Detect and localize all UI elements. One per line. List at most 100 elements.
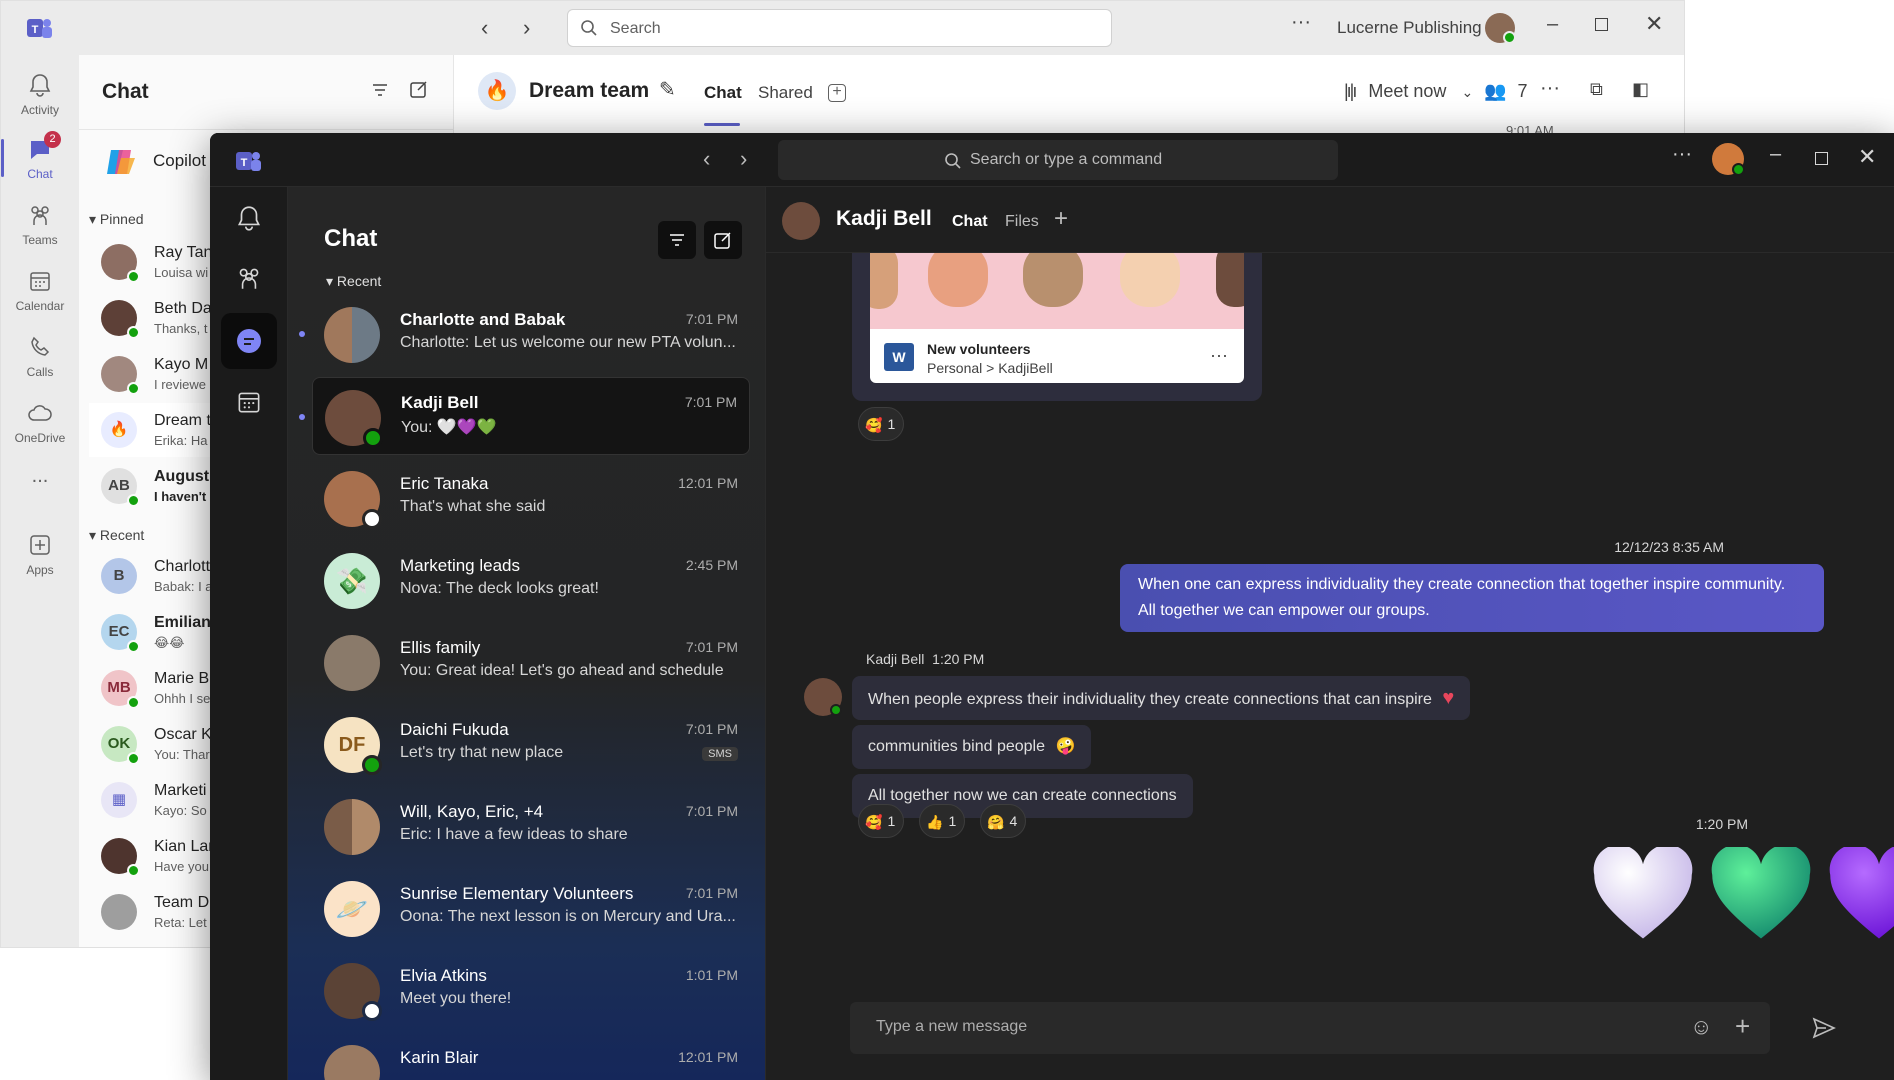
maximize-icon[interactable] <box>1595 18 1608 31</box>
tab-shared[interactable]: Shared <box>758 83 813 103</box>
org-name[interactable]: Lucerne Publishing <box>1337 18 1482 38</box>
minimize-icon[interactable]: – <box>1770 143 1781 166</box>
reaction-chip[interactable]: 🥰 1 <box>858 407 905 441</box>
compose-icon[interactable] <box>409 79 429 99</box>
avatar <box>324 1045 380 1080</box>
chat-item-selected[interactable]: Kadji Bell You: 🤍💜💚 7:01 PM <box>299 377 750 455</box>
file-path: Personal > KadjiBell <box>927 360 1053 376</box>
avatar[interactable] <box>1712 143 1745 176</box>
forward-arrow-icon[interactable]: › <box>740 146 747 172</box>
green-heart-icon[interactable] <box>1708 847 1814 943</box>
add-tab-icon[interactable]: + <box>1054 205 1068 233</box>
planet-icon: 🪐 <box>324 881 380 937</box>
compose-box[interactable]: Type a new message ☺ + <box>850 1002 1770 1054</box>
edit-pencil-icon[interactable]: ✎ <box>659 77 676 102</box>
teams-icon[interactable] <box>234 263 264 293</box>
avatar[interactable] <box>1485 13 1516 44</box>
avatar[interactable] <box>804 678 842 716</box>
heart-emoji-icon: ♥ <box>1442 687 1455 709</box>
side-panel-icon[interactable]: ◧ <box>1632 79 1649 100</box>
rail-activity[interactable]: Activity <box>1 65 79 123</box>
back-arrow-icon[interactable]: ‹ <box>481 15 488 41</box>
filter-icon <box>668 231 686 249</box>
more-options-icon[interactable]: ··· <box>1291 11 1311 34</box>
search-icon <box>944 152 962 170</box>
more-options-icon[interactable]: ··· <box>1210 345 1228 366</box>
recent-header[interactable]: ▾ Recent <box>89 527 144 544</box>
recent-header[interactable]: ▾ Recent <box>326 273 381 290</box>
file-preview-image <box>870 253 1244 329</box>
chat-item[interactable]: Elvia Atkins Meet you there! 1:01 PM <box>312 951 750 1029</box>
their-message-bubble[interactable]: When people express their individuality … <box>852 676 1471 720</box>
search-box[interactable]: Search or type a command <box>778 140 1338 180</box>
send-icon[interactable] <box>1812 1017 1836 1039</box>
copilot-label[interactable]: Copilot <box>153 151 206 171</box>
rail-calendar[interactable]: Calendar <box>1 261 79 319</box>
sms-badge: SMS <box>702 747 738 761</box>
chat-item[interactable]: Eric Tanaka That's what she said 12:01 P… <box>312 459 750 537</box>
purple-heart-icon[interactable] <box>1826 847 1894 943</box>
emoji-icon[interactable]: ☺ <box>1690 1014 1712 1040</box>
compose-placeholder: Type a new message <box>876 1018 1028 1035</box>
unread-dot <box>299 331 305 337</box>
white-heart-icon[interactable] <box>1590 847 1696 943</box>
more-options-icon[interactable]: ··· <box>1540 77 1560 100</box>
my-message-bubble[interactable]: When one can express individuality they … <box>1120 564 1824 632</box>
their-message-bubble[interactable]: communities bind people 🤪 <box>852 725 1092 769</box>
list-title: Chat <box>102 80 149 103</box>
rail-calls[interactable]: Calls <box>1 327 79 385</box>
maximize-icon[interactable] <box>1815 152 1828 165</box>
rail-apps[interactable]: Apps <box>1 525 79 583</box>
chat-item[interactable]: 🪐 Sunrise Elementary Volunteers Oona: Th… <box>312 869 750 947</box>
chat-item[interactable]: DF Daichi Fukuda Let's try that new plac… <box>312 705 750 783</box>
heart-face-emoji-icon: 🥰 <box>865 417 883 434</box>
teams-logo-icon: T <box>234 148 262 174</box>
reaction-chip[interactable]: 🤗 4 <box>980 804 1027 838</box>
reaction-chip[interactable]: 🥰 1 <box>858 804 905 838</box>
close-icon[interactable]: ✕ <box>1645 11 1663 37</box>
group-avatar <box>324 307 380 363</box>
avatar[interactable] <box>782 202 820 240</box>
conversation-pane: Kadji Bell Chat Files + W New volunteers… <box>766 187 1894 1080</box>
rail-chat[interactable]: 2 Chat <box>1 129 79 187</box>
add-tab-icon[interactable]: + <box>828 84 846 102</box>
search-placeholder: Search or type a command <box>970 151 1163 168</box>
tab-chat[interactable]: Chat <box>704 83 742 103</box>
calendar-icon[interactable] <box>234 387 264 417</box>
avatar: B <box>101 558 137 594</box>
search-box[interactable]: Search <box>567 9 1112 47</box>
chat-icon: 2 <box>26 131 61 163</box>
teams-logo-icon: T <box>25 15 53 41</box>
chat-icon <box>234 326 264 356</box>
chat-item[interactable]: Karin Blair 12:01 PM <box>312 1033 750 1080</box>
tab-files[interactable]: Files <box>1005 213 1039 231</box>
chat-item[interactable]: 💸 Marketing leads Nova: The deck looks g… <box>312 541 750 619</box>
copilot-chat-icon[interactable]: ⧉ <box>1590 79 1603 100</box>
chat-item[interactable]: Ellis family You: Great idea! Let's go a… <box>312 623 750 701</box>
conversation-header: Kadji Bell Chat Files + <box>766 187 1894 253</box>
close-icon[interactable]: ✕ <box>1858 144 1876 170</box>
add-attachment-icon[interactable]: + <box>1735 1011 1750 1042</box>
filter-button[interactable] <box>658 221 696 259</box>
pinned-header[interactable]: ▾ Pinned <box>89 211 144 228</box>
tab-chat[interactable]: Chat <box>952 213 988 231</box>
copilot-icon[interactable] <box>103 144 139 180</box>
chat-item[interactable]: Will, Kayo, Eric, +4 Eric: I have a few … <box>312 787 750 865</box>
back-arrow-icon[interactable]: ‹ <box>703 146 710 172</box>
rail-teams[interactable]: Teams <box>1 195 79 253</box>
bell-icon[interactable] <box>234 203 264 233</box>
meet-now-button[interactable]: |ı|ı Meet now ⌄ <box>1344 81 1473 102</box>
minimize-icon[interactable]: – <box>1547 13 1558 36</box>
file-card[interactable]: W New volunteers Personal > KadjiBell ··… <box>870 253 1244 383</box>
rail-chat-active[interactable] <box>221 313 277 369</box>
list-title: Chat <box>324 225 378 252</box>
filter-icon[interactable] <box>371 81 389 99</box>
new-chat-button[interactable] <box>704 221 742 259</box>
forward-arrow-icon[interactable]: › <box>523 15 530 41</box>
more-options-icon[interactable]: ··· <box>1672 143 1692 166</box>
rail-onedrive[interactable]: OneDrive <box>1 393 79 451</box>
rail-more[interactable]: ... <box>1 465 79 523</box>
reaction-chip[interactable]: 👍 1 <box>919 804 966 838</box>
participants-button[interactable]: 👥 7 <box>1484 81 1527 102</box>
chat-item[interactable]: Charlotte and Babak Charlotte: Let us we… <box>299 295 750 373</box>
